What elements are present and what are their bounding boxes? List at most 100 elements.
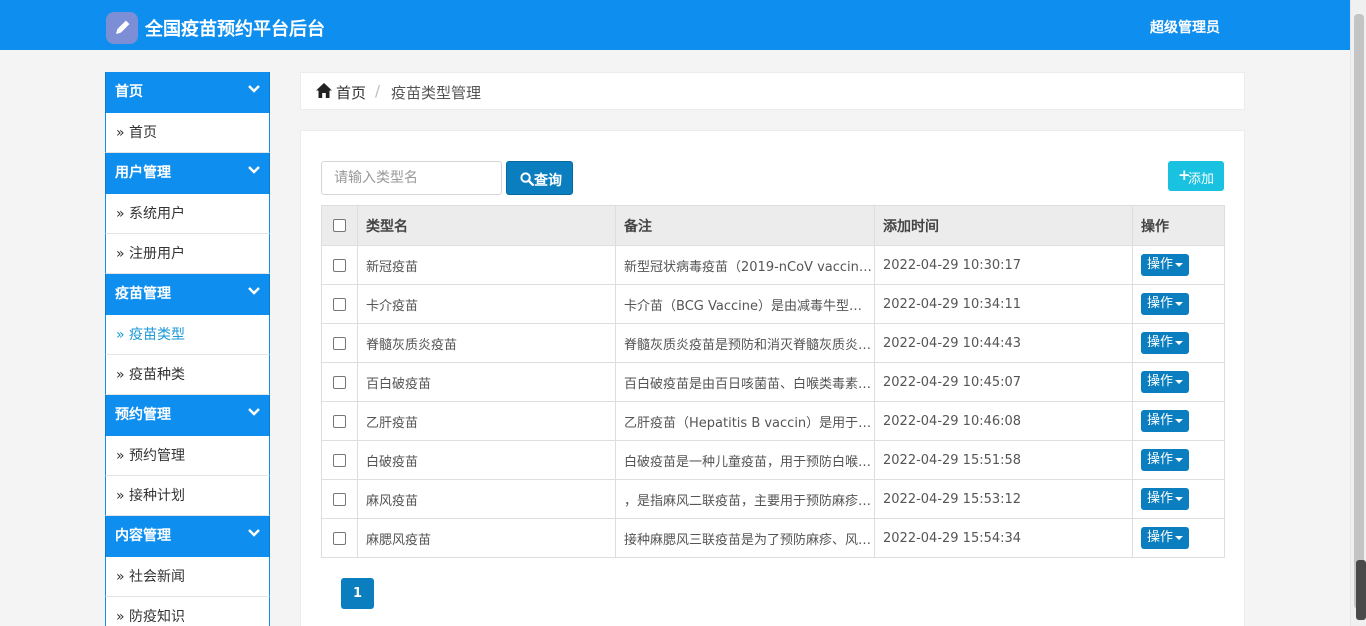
scrollbar-thumb[interactable]	[1354, 14, 1364, 609]
row-action-dropdown-button[interactable]: 操作	[1141, 488, 1189, 510]
row-select-cell	[321, 323, 358, 363]
header-actions: 操作	[1132, 205, 1225, 246]
sidebar-group-label: 预约管理	[115, 407, 171, 423]
sidebar-item-vaccine-kinds[interactable]: » 疫苗种类	[105, 355, 270, 395]
action-label: 操作	[1147, 530, 1174, 545]
caret-down-icon	[1175, 536, 1183, 540]
breadcrumb-current: 疫苗类型管理	[391, 84, 482, 102]
row-action-dropdown-button[interactable]: 操作	[1141, 527, 1189, 549]
sidebar-item-appointment-management[interactable]: » 预约管理	[105, 436, 270, 476]
table-row: 百白破疫苗 百白破疫苗是由百日咳菌苗、白喉类毒素及... 2022-04-29 …	[321, 362, 1225, 402]
sidebar-group-label: 疫苗管理	[115, 286, 171, 302]
sidebar-item-system-users[interactable]: » 系统用户	[105, 194, 270, 234]
caret-down-icon	[1175, 458, 1183, 462]
pagination-page-1[interactable]: 1	[341, 578, 374, 609]
cell-actions: 操作	[1132, 323, 1225, 363]
row-checkbox[interactable]	[333, 492, 346, 506]
table-row: 白破疫苗 白破疫苗是一种儿童疫苗，用于预防白喉、... 2022-04-29 1…	[321, 440, 1225, 480]
cell-type-name: 新冠疫苗	[357, 245, 616, 285]
row-select-cell	[321, 245, 358, 285]
cell-remark: 乙肝疫苗（Hepatitis B vaccin）是用于预...	[615, 401, 875, 441]
cell-type-name: 白破疫苗	[357, 440, 616, 480]
cell-remark: ，是指麻风二联疫苗，主要用于预防麻疹和...	[615, 479, 875, 519]
sidebar-group-content[interactable]: 内容管理	[105, 516, 270, 557]
header-remark: 备注	[615, 205, 875, 246]
row-checkbox[interactable]	[333, 414, 346, 428]
row-checkbox[interactable]	[333, 531, 346, 545]
cell-type-name: 麻腮风疫苗	[357, 518, 616, 558]
caret-down-icon	[1175, 497, 1183, 501]
app-title: 全国疫苗预约平台后台	[145, 19, 325, 40]
table-row: 乙肝疫苗 乙肝疫苗（Hepatitis B vaccin）是用于预... 202…	[321, 401, 1225, 441]
cell-add-time: 2022-04-29 15:51:58	[874, 440, 1133, 480]
row-action-dropdown-button[interactable]: 操作	[1141, 449, 1189, 471]
header-type-name: 类型名	[357, 205, 616, 246]
top-bar: 全国疫苗预约平台后台 超级管理员	[0, 0, 1350, 50]
sidebar-item-home[interactable]: » 首页	[105, 113, 270, 153]
action-label: 操作	[1147, 413, 1174, 428]
caret-down-icon	[1175, 263, 1183, 267]
cell-remark: 接种麻腮风三联疫苗是为了预防麻疹、风疹...	[615, 518, 875, 558]
row-checkbox[interactable]	[333, 453, 346, 467]
cell-actions: 操作	[1132, 401, 1225, 441]
search-button-label: 查询	[534, 172, 562, 188]
sidebar-group-vaccines[interactable]: 疫苗管理	[105, 274, 270, 315]
chevron-down-icon	[248, 287, 260, 295]
type-name-search-input[interactable]	[321, 161, 502, 195]
cell-actions: 操作	[1132, 518, 1225, 558]
breadcrumb-separator: /	[375, 82, 381, 100]
row-select-cell	[321, 362, 358, 402]
cell-add-time: 2022-04-29 10:44:43	[874, 323, 1133, 363]
vaccine-type-table: 类型名 备注 添加时间 操作 新冠疫苗 新型冠状病毒疫苗（2019-nCoV v…	[321, 205, 1225, 558]
action-label: 操作	[1147, 335, 1174, 350]
row-checkbox[interactable]	[333, 258, 346, 272]
cell-type-name: 乙肝疫苗	[357, 401, 616, 441]
table-header-row: 类型名 备注 添加时间 操作	[321, 205, 1225, 246]
cell-add-time: 2022-04-29 10:30:17	[874, 245, 1133, 285]
sidebar-item-vaccine-types[interactable]: » 疫苗类型	[105, 315, 270, 355]
cell-remark: 百白破疫苗是由百日咳菌苗、白喉类毒素及...	[615, 362, 875, 402]
sidebar-item-prevention-knowledge[interactable]: » 防疫知识	[105, 597, 270, 626]
row-action-dropdown-button[interactable]: 操作	[1141, 293, 1189, 315]
cell-add-time: 2022-04-29 10:45:07	[874, 362, 1133, 402]
sidebar-group-users[interactable]: 用户管理	[105, 153, 270, 194]
row-action-dropdown-button[interactable]: 操作	[1141, 332, 1189, 354]
select-all-cell	[321, 205, 358, 246]
cell-type-name: 脊髓灰质炎疫苗	[357, 323, 616, 363]
search-icon	[520, 172, 534, 186]
row-checkbox[interactable]	[333, 375, 346, 389]
admin-user-menu[interactable]: 超级管理员	[1150, 17, 1220, 37]
select-all-checkbox[interactable]	[333, 219, 346, 232]
row-action-dropdown-button[interactable]: 操作	[1141, 410, 1189, 432]
sidebar-group-label: 用户管理	[115, 165, 171, 181]
sidebar-item-registered-users[interactable]: » 注册用户	[105, 234, 270, 274]
sidebar-group-home[interactable]: 首页	[105, 72, 270, 113]
sidebar-item-vaccination-plan[interactable]: » 接种计划	[105, 476, 270, 516]
row-checkbox[interactable]	[333, 336, 346, 350]
row-checkbox[interactable]	[333, 297, 346, 311]
cell-add-time: 2022-04-29 15:54:34	[874, 518, 1133, 558]
add-button[interactable]: + 添加	[1168, 161, 1224, 191]
header-add-time: 添加时间	[874, 205, 1133, 246]
action-label: 操作	[1147, 257, 1174, 272]
table-row: 新冠疫苗 新型冠状病毒疫苗（2019-nCoV vaccine）是... 202…	[321, 245, 1225, 285]
breadcrumb-home-link[interactable]: 首页	[336, 82, 366, 103]
page-scrollbar[interactable]	[1350, 0, 1366, 626]
action-label: 操作	[1147, 452, 1174, 467]
caret-down-icon	[1175, 380, 1183, 384]
cell-type-name: 卡介疫苗	[357, 284, 616, 324]
cell-remark: 脊髓灰质炎疫苗是预防和消灭脊髓灰质炎的...	[615, 323, 875, 363]
cell-add-time: 2022-04-29 15:53:12	[874, 479, 1133, 519]
row-action-dropdown-button[interactable]: 操作	[1141, 371, 1189, 393]
breadcrumb: 首页 / 疫苗类型管理	[300, 72, 1245, 110]
search-button[interactable]: 查询	[506, 161, 573, 195]
cell-remark: 白破疫苗是一种儿童疫苗，用于预防白喉、...	[615, 440, 875, 480]
sidebar-group-appointments[interactable]: 预约管理	[105, 395, 270, 436]
cell-actions: 操作	[1132, 284, 1225, 324]
sidebar-item-social-news[interactable]: » 社会新闻	[105, 557, 270, 597]
chevron-down-icon	[248, 408, 260, 416]
chevron-down-icon	[248, 85, 260, 93]
row-action-dropdown-button[interactable]: 操作	[1141, 254, 1189, 276]
table-row: 脊髓灰质炎疫苗 脊髓灰质炎疫苗是预防和消灭脊髓灰质炎的... 2022-04-2…	[321, 323, 1225, 363]
cell-add-time: 2022-04-29 10:46:08	[874, 401, 1133, 441]
